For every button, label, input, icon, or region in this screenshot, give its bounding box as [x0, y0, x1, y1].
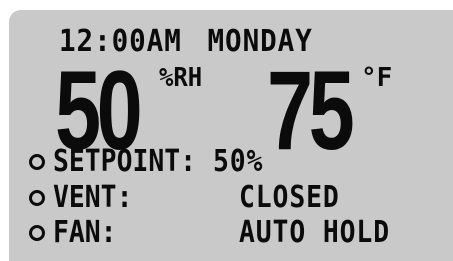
- menu-item-fan[interactable]: FAN: AUTO HOLD: [29, 216, 411, 250]
- bullet-icon: [29, 190, 45, 206]
- menu-item-vent[interactable]: VENT: CLOSED: [29, 181, 353, 215]
- setpoint-label: SETPOINT:: [53, 144, 197, 179]
- humidity-unit: %RH: [159, 63, 203, 93]
- bullet-icon: [29, 154, 45, 170]
- lcd-display: 12:00AM MONDAY 50 %RH 75 °F SETPOINT: 50…: [9, 10, 453, 261]
- fan-label: FAN:: [53, 215, 117, 250]
- temperature-unit: °F: [361, 63, 393, 93]
- setpoint-value: 50%: [213, 144, 264, 179]
- fan-value: AUTO HOLD: [239, 215, 390, 250]
- menu-item-setpoint[interactable]: SETPOINT: 50%: [29, 145, 270, 179]
- temperature-reading: 75: [267, 48, 355, 173]
- vent-value: CLOSED: [239, 180, 340, 215]
- bullet-icon: [29, 225, 45, 241]
- vent-label: VENT:: [53, 180, 133, 215]
